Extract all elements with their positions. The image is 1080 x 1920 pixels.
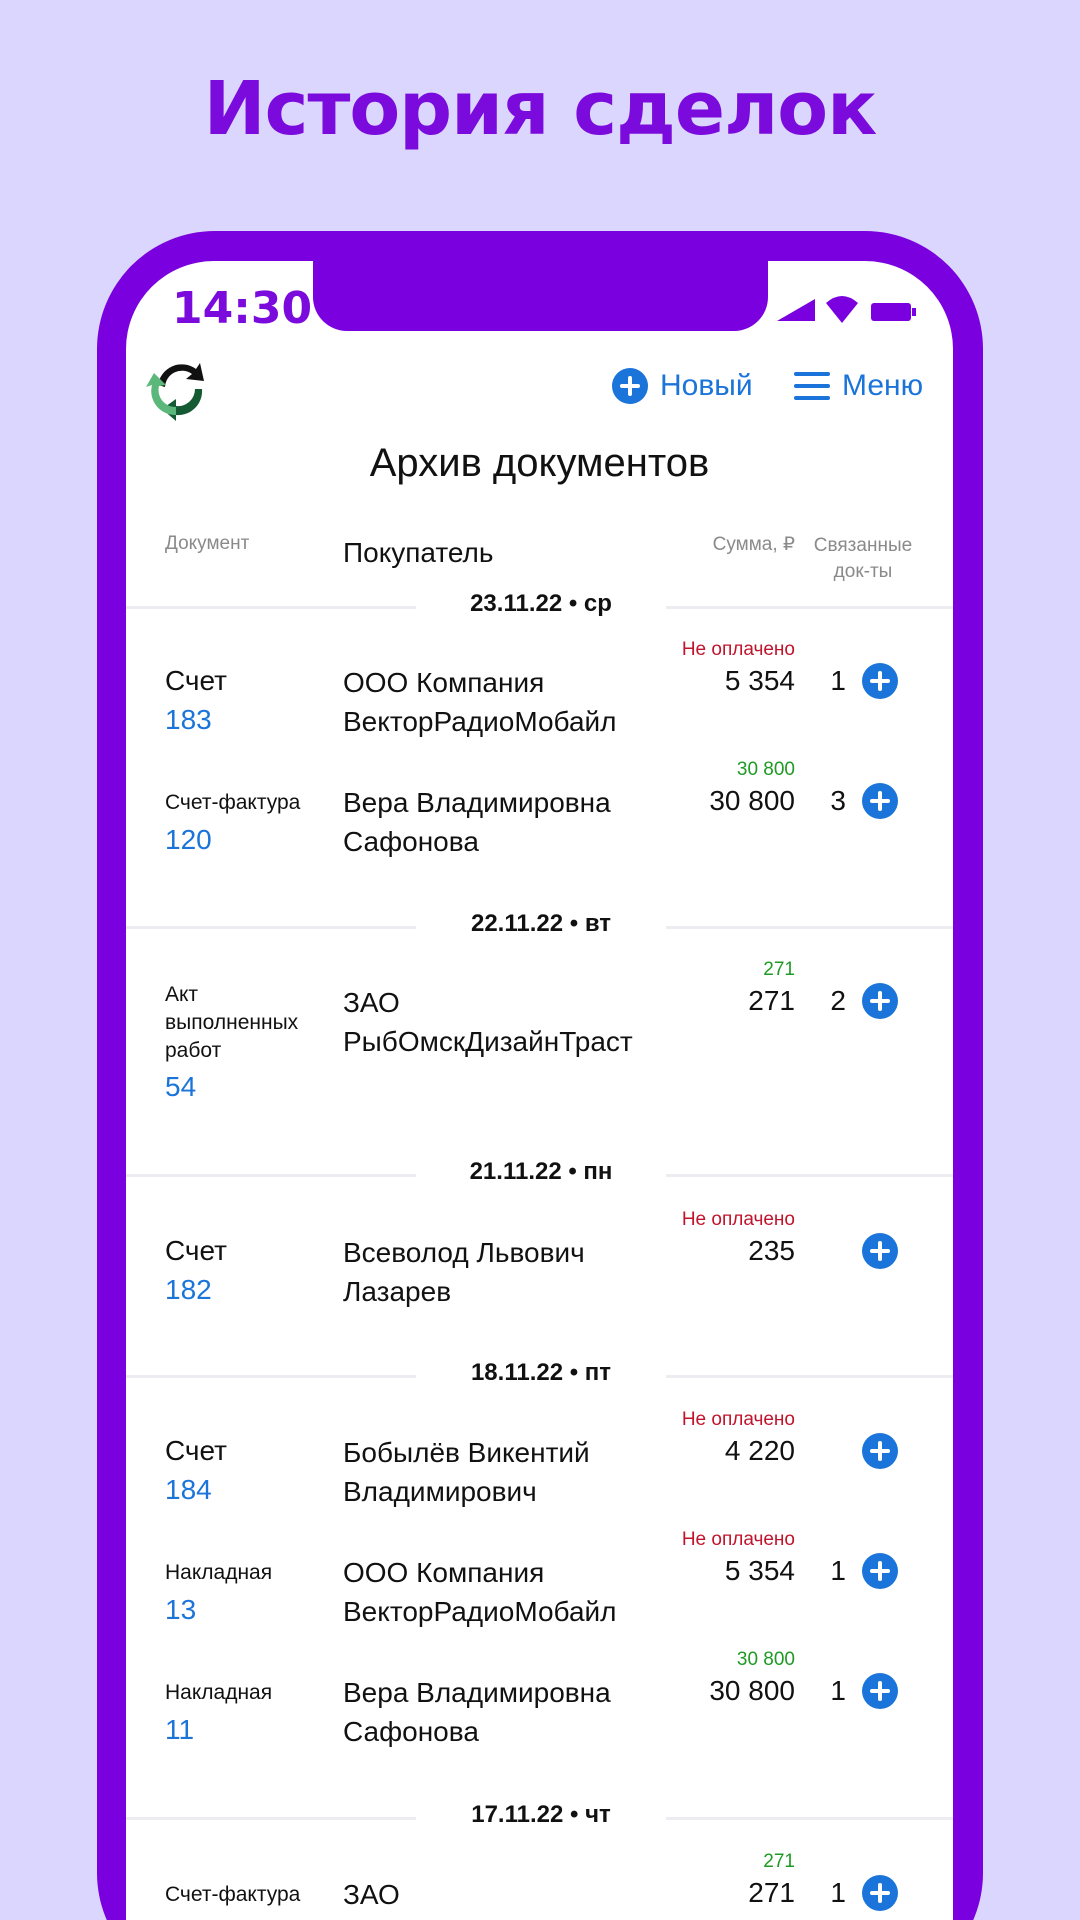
document-number-link[interactable]: 13 <box>165 1594 196 1626</box>
document-amount: 30 800 <box>709 785 795 816</box>
column-header-sum: Сумма, ₽ <box>712 534 795 555</box>
document-amount: 30 800 <box>709 1675 795 1706</box>
plus-circle-icon <box>612 368 648 404</box>
document-type: Акт выполненных работ <box>165 983 299 1062</box>
add-linked-doc-button[interactable] <box>862 1233 898 1269</box>
document-number-link[interactable]: 120 <box>165 824 212 856</box>
linked-docs-count: 1 <box>830 1675 846 1706</box>
payment-status: Не оплачено <box>681 1529 795 1550</box>
buyer-name: ООО Компания ВекторРадиоМобайл <box>343 1557 617 1627</box>
add-linked-doc-button[interactable] <box>862 783 898 819</box>
buyer-name: ЗАО <box>343 1879 400 1910</box>
menu-button[interactable]: Меню <box>794 366 923 406</box>
document-amount: 5 354 <box>724 1555 795 1586</box>
payment-status: 30 800 <box>736 1649 795 1670</box>
linked-docs-count: 3 <box>830 785 846 816</box>
date-separator: 17.11.22 • чт <box>126 1797 953 1837</box>
status-time: 14:30 <box>172 283 313 334</box>
buyer-name: Бобылёв Викентий Владимирович <box>343 1437 590 1507</box>
date-separator: 21.11.22 • пн <box>126 1154 953 1194</box>
document-number-link[interactable]: 184 <box>165 1474 212 1506</box>
document-type: Счет <box>165 1235 227 1266</box>
buyer-name: Вера Владимировна Сафонова <box>343 787 611 857</box>
phone-screen: 14:30 Новый Меню Архив документов Докуме… <box>126 261 953 1920</box>
document-number-link[interactable]: 182 <box>165 1274 212 1306</box>
document-type: Накладная <box>165 1561 273 1584</box>
linked-docs-count: 1 <box>830 665 846 696</box>
document-type: Счет-фактура <box>165 1883 301 1906</box>
buyer-name: Вера Владимировна Сафонова <box>343 1677 611 1747</box>
date-separator: 18.11.22 • пт <box>126 1355 953 1395</box>
add-linked-doc-button[interactable] <box>862 1673 898 1709</box>
document-amount: 5 354 <box>724 665 795 696</box>
add-linked-doc-button[interactable] <box>862 1433 898 1469</box>
new-button-label: Новый <box>660 369 753 402</box>
document-amount: 4 220 <box>724 1435 795 1466</box>
linked-docs-count: 1 <box>830 1555 846 1586</box>
document-amount: 271 <box>748 1877 795 1908</box>
add-linked-doc-button[interactable] <box>862 983 898 1019</box>
phone-notch <box>313 261 768 331</box>
payment-status: Не оплачено <box>681 1209 795 1230</box>
status-icons <box>777 296 917 325</box>
document-amount: 271 <box>748 985 795 1016</box>
column-header-linked: Связанные док-ты <box>813 535 913 582</box>
payment-status: 30 800 <box>736 759 795 780</box>
document-type: Накладная <box>165 1681 273 1704</box>
document-number-link[interactable]: 183 <box>165 704 212 736</box>
menu-button-label: Меню <box>842 369 924 402</box>
document-type: Счет <box>165 665 227 696</box>
new-button[interactable]: Новый <box>612 366 753 406</box>
hamburger-menu-icon <box>794 372 830 400</box>
document-type: Счет-фактура <box>165 791 301 814</box>
document-number-link[interactable]: 11 <box>165 1714 194 1746</box>
payment-status: 271 <box>763 1851 795 1872</box>
payment-status: Не оплачено <box>681 1409 795 1430</box>
page-title: Архив документов <box>369 441 710 485</box>
date-separator: 23.11.22 • ср <box>126 586 953 626</box>
wifi-icon <box>826 296 858 323</box>
linked-docs-count: 2 <box>830 985 846 1016</box>
add-linked-doc-button[interactable] <box>862 1553 898 1589</box>
signal-icon <box>777 299 815 321</box>
add-linked-doc-button[interactable] <box>862 663 898 699</box>
document-amount: 235 <box>748 1235 795 1266</box>
promo-headline: История сделок <box>203 66 878 152</box>
document-type: Счет <box>165 1435 227 1466</box>
battery-icon <box>871 303 916 321</box>
payment-status: Не оплачено <box>681 639 795 660</box>
column-header-document: Документ <box>165 533 250 554</box>
linked-docs-count: 1 <box>830 1877 846 1908</box>
buyer-name: Всеволод Львович Лазарев <box>343 1237 585 1307</box>
app-logo-icon <box>146 363 204 421</box>
date-separator: 22.11.22 • вт <box>126 906 953 946</box>
buyer-name: ЗАО РыбОмскДизайнТраст <box>343 987 633 1057</box>
document-number-link[interactable]: 54 <box>165 1071 196 1103</box>
payment-status: 271 <box>763 959 795 980</box>
buyer-name: ООО Компания ВекторРадиоМобайл <box>343 667 617 737</box>
add-linked-doc-button[interactable] <box>862 1875 898 1911</box>
column-header-buyer: Покупатель <box>343 537 494 568</box>
